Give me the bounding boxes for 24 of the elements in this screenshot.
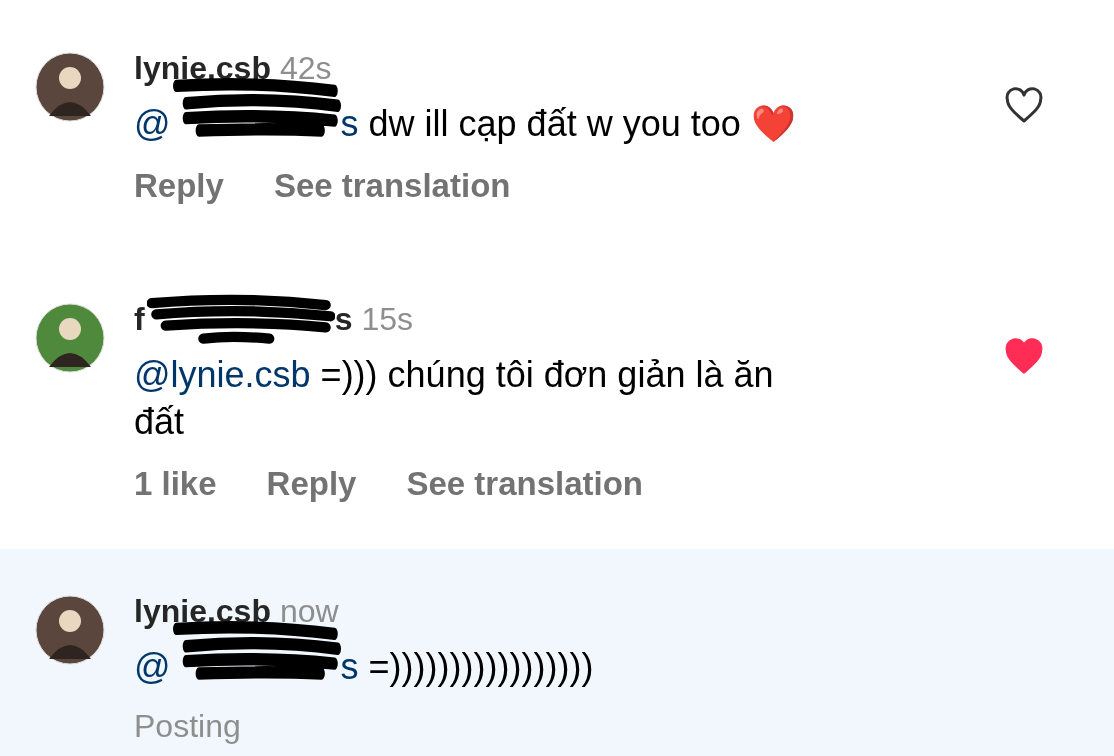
timestamp: 42s [279,49,332,88]
posting-status: Posting [134,708,242,745]
action-link[interactable]: Reply [266,465,357,503]
comment-text: @lynie.csb =))) chúng tôi đơn giản là ăn đất [134,353,775,444]
avatar[interactable] [35,595,105,665]
action-link[interactable]: Reply [134,167,224,205]
mention-link[interactable]: @lynie.csb [134,354,311,395]
username[interactable]: f [134,297,145,341]
mention-link[interactable]: @ [134,103,171,144]
comment-text: @ s =))))))))))))))))) [134,643,819,690]
timestamp: now [279,592,339,631]
action-link[interactable]: 1 like [134,465,217,503]
username[interactable]: s [334,297,353,341]
action-link[interactable]: See translation [406,465,644,503]
mention-link[interactable]: s [340,646,359,687]
comment-text: @ s dw ill cạp đất w you too ❤ [134,100,819,147]
action-link[interactable]: See translation [273,167,511,205]
timestamp: 15s [361,300,414,339]
mention-link[interactable]: s [340,103,359,144]
mention-link[interactable]: @ [134,646,171,687]
avatar[interactable] [35,52,105,122]
avatar[interactable] [35,303,105,373]
username[interactable]: lynie.csb [134,589,271,633]
username[interactable]: lynie.csb [134,46,271,90]
